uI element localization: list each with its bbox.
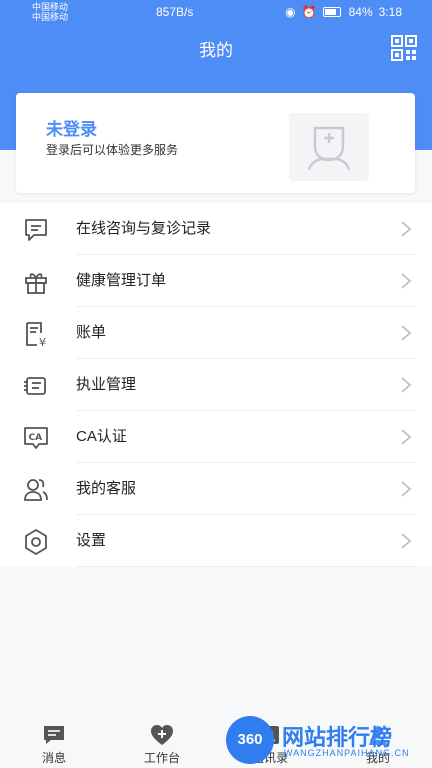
menu-item-label: 设置 bbox=[76, 532, 107, 549]
tab-workbench[interactable]: 工作台 bbox=[117, 716, 207, 768]
heart-plus-icon bbox=[151, 725, 173, 745]
status-bar: 中国移动 中国移动 857B/s ◉ ⏰ 84% 3:18 bbox=[0, 0, 432, 24]
qr-code-icon[interactable] bbox=[390, 34, 418, 62]
menu-item-label: 在线咨询与复诊记录 bbox=[76, 220, 212, 237]
svg-text:CA: CA bbox=[29, 433, 43, 443]
battery-icon bbox=[322, 7, 341, 17]
alarm-icon: ⏰ bbox=[301, 5, 317, 19]
menu-item-health-orders[interactable]: 健康管理订单 bbox=[0, 255, 432, 307]
clock: 3:18 bbox=[378, 5, 402, 19]
watermark-logo: 360 网站排行榜 WANGZHANPAIHANG.CN bbox=[222, 712, 432, 768]
login-card[interactable]: 未登录 登录后可以体验更多服务 bbox=[16, 93, 415, 193]
practice-icon bbox=[24, 377, 46, 395]
gift-icon bbox=[25, 273, 47, 294]
menu-item-label: 健康管理订单 bbox=[76, 272, 167, 289]
menu-item-customer-service[interactable]: 我的客服 bbox=[0, 463, 432, 515]
chevron-right-icon bbox=[401, 481, 412, 497]
login-status-title: 未登录 bbox=[46, 120, 97, 139]
bill-icon: ¥ bbox=[26, 322, 46, 348]
chevron-right-icon bbox=[401, 273, 412, 289]
chevron-right-icon bbox=[401, 325, 412, 341]
message-icon bbox=[44, 726, 64, 744]
menu-item-label: 执业管理 bbox=[76, 376, 137, 393]
watermark-subtext: WANGZHANPAIHANG.CN bbox=[284, 748, 410, 758]
tab-label: 工作台 bbox=[143, 751, 180, 765]
divider bbox=[76, 566, 416, 567]
svg-text:¥: ¥ bbox=[39, 336, 46, 348]
watermark-badge: 360 bbox=[226, 716, 274, 764]
chevron-right-icon bbox=[401, 377, 412, 393]
menu-item-consultation-records[interactable]: 在线咨询与复诊记录 bbox=[0, 203, 432, 255]
chevron-right-icon bbox=[401, 533, 412, 549]
carrier-2: 中国移动 bbox=[32, 12, 69, 22]
doctor-avatar-icon bbox=[307, 126, 351, 171]
chat-icon bbox=[25, 219, 47, 241]
carrier-info: 中国移动 中国移动 bbox=[32, 2, 68, 22]
network-speed: 857B/s bbox=[156, 5, 194, 19]
carrier-1: 中国移动 bbox=[32, 2, 69, 12]
menu-item-bills[interactable]: ¥ 账单 bbox=[0, 307, 432, 359]
login-hint: 登录后可以体验更多服务 bbox=[46, 143, 179, 157]
battery-level: 84% bbox=[348, 5, 373, 19]
menu-item-settings[interactable]: 设置 bbox=[0, 515, 432, 567]
chevron-right-icon bbox=[401, 221, 412, 237]
menu-item-practice-management[interactable]: 执业管理 bbox=[0, 359, 432, 411]
customer-service-icon bbox=[24, 479, 48, 501]
page-title: 我的 bbox=[199, 41, 233, 60]
settings-menu: 在线咨询与复诊记录 健康管理订单 ¥ 账单 执业管理 CA CA认证 我的客服 … bbox=[0, 203, 432, 567]
gear-icon bbox=[25, 529, 47, 555]
tab-messages[interactable]: 消息 bbox=[9, 716, 99, 768]
eye-icon: ◉ bbox=[285, 5, 296, 19]
menu-item-label: CA认证 bbox=[76, 428, 127, 445]
ca-icon: CA bbox=[24, 427, 48, 449]
avatar[interactable] bbox=[289, 113, 369, 181]
chevron-right-icon bbox=[401, 429, 412, 445]
status-right: ◉ ⏰ 84% 3:18 bbox=[285, 5, 402, 19]
tab-label: 消息 bbox=[41, 751, 66, 765]
menu-item-label: 账单 bbox=[76, 324, 107, 341]
menu-item-ca-certification[interactable]: CA CA认证 bbox=[0, 411, 432, 463]
menu-item-label: 我的客服 bbox=[76, 480, 137, 497]
